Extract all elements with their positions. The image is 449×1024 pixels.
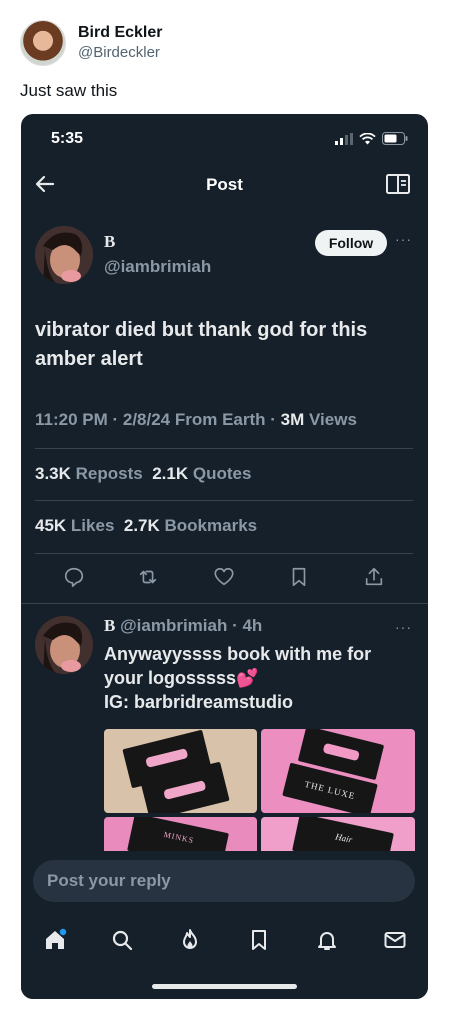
divider <box>35 500 413 501</box>
media-image[interactable] <box>104 729 257 813</box>
post-text: vibrator died but thank god for this amb… <box>35 319 368 370</box>
outer-author-names: Bird Eckler @Birdeckler <box>78 23 162 63</box>
flame-icon[interactable] <box>178 928 202 952</box>
likes-count: 45K <box>35 516 67 535</box>
business-card-text: MINKS <box>127 817 229 853</box>
search-icon[interactable] <box>110 928 134 952</box>
status-time: 5:35 <box>51 130 84 147</box>
bookmarks-stat[interactable]: 2.7K Bookmarks <box>124 516 257 535</box>
wifi-icon <box>359 132 376 144</box>
reply-input[interactable]: Post your reply <box>33 860 415 902</box>
quotes-count: 2.1K <box>152 464 189 483</box>
divider <box>35 448 413 449</box>
media-image[interactable]: THE LUXE <box>261 729 415 813</box>
bell-icon[interactable] <box>315 928 339 952</box>
media-image[interactable]: Hair <box>261 817 415 853</box>
avatar[interactable] <box>35 226 93 284</box>
reply-text-line: IG: barbridreamstudio <box>104 692 294 712</box>
status-icons <box>335 132 408 145</box>
post-author-handle[interactable]: @iambrimiah <box>104 257 211 277</box>
avatar[interactable] <box>20 20 66 66</box>
divider <box>35 553 413 554</box>
battery-icon <box>382 132 408 145</box>
repost-quote-stats: 3.3K Reposts 2.1K Quotes <box>35 464 251 484</box>
quotes-stat[interactable]: 2.1K Quotes <box>152 464 251 483</box>
embedded-screenshot: 5:35 Post B @iambrimiah Follow ··· vibra… <box>21 114 428 999</box>
mail-icon[interactable] <box>383 928 407 952</box>
action-bar <box>21 562 428 594</box>
like-bookmark-stats: 45K Likes 2.7K Bookmarks <box>35 516 257 536</box>
like-icon[interactable] <box>213 566 235 588</box>
follow-button[interactable]: Follow <box>315 230 387 256</box>
status-bar: 5:35 <box>21 114 428 166</box>
media-image[interactable]: MINKS <box>104 817 257 853</box>
reposts-label: Reposts <box>75 464 143 483</box>
page-title: Post <box>206 175 243 194</box>
bookmark-icon[interactable] <box>288 566 310 588</box>
outer-tweet-header: Bird Eckler @Birdeckler <box>20 20 162 66</box>
reply-header: B @iambrimiah · 4h <box>104 616 262 636</box>
home-indicator[interactable] <box>152 984 297 989</box>
post-timestamp[interactable]: 11:20 PM · 2/8/24 From Earth · <box>35 410 276 429</box>
bottom-nav <box>21 922 428 958</box>
post-author-name[interactable]: B <box>104 232 115 252</box>
outer-author-handle[interactable]: @Birdeckler <box>78 43 162 63</box>
reposts-stat[interactable]: 3.3K Reposts <box>35 464 143 483</box>
share-icon[interactable] <box>363 566 385 588</box>
outer-tweet-text: Just saw this <box>20 81 118 100</box>
views-label: Views <box>309 410 357 429</box>
home-icon[interactable] <box>43 928 67 952</box>
reply-handle-time[interactable]: @iambrimiah · 4h <box>120 616 262 635</box>
reply-media-grid[interactable]: THE LUXE MINKS Hair <box>104 729 415 853</box>
more-options-icon[interactable]: ··· <box>395 619 412 635</box>
quotes-label: Quotes <box>192 464 252 483</box>
avatar[interactable] <box>35 616 93 674</box>
reader-icon[interactable] <box>386 173 410 195</box>
reply-text: Anywayyssss book with me for your logoss… <box>104 642 424 714</box>
bookmarks-label: Bookmarks <box>164 516 258 535</box>
signal-icon <box>335 132 353 145</box>
reply-text-line: your logosssss💕 <box>104 668 259 688</box>
likes-stat[interactable]: 45K Likes <box>35 516 114 535</box>
reply-author-name[interactable]: B <box>104 616 115 635</box>
reply-text-line: Anywayyssss book with me for <box>104 644 372 664</box>
reposts-count: 3.3K <box>35 464 71 483</box>
outer-author-name[interactable]: Bird Eckler <box>78 23 162 43</box>
post-meta: 11:20 PM · 2/8/24 From Earth · 3M Views <box>35 410 357 430</box>
divider <box>21 603 428 604</box>
business-card-text: Hair <box>292 817 394 853</box>
bookmark-icon[interactable] <box>247 928 271 952</box>
likes-label: Likes <box>70 516 115 535</box>
views-count: 3M <box>280 410 305 429</box>
reply-icon[interactable] <box>63 566 85 588</box>
bookmarks-count: 2.7K <box>123 516 160 535</box>
repost-icon[interactable] <box>137 566 159 588</box>
top-bar: Post <box>21 172 428 202</box>
more-options-icon[interactable]: ··· <box>395 231 412 247</box>
